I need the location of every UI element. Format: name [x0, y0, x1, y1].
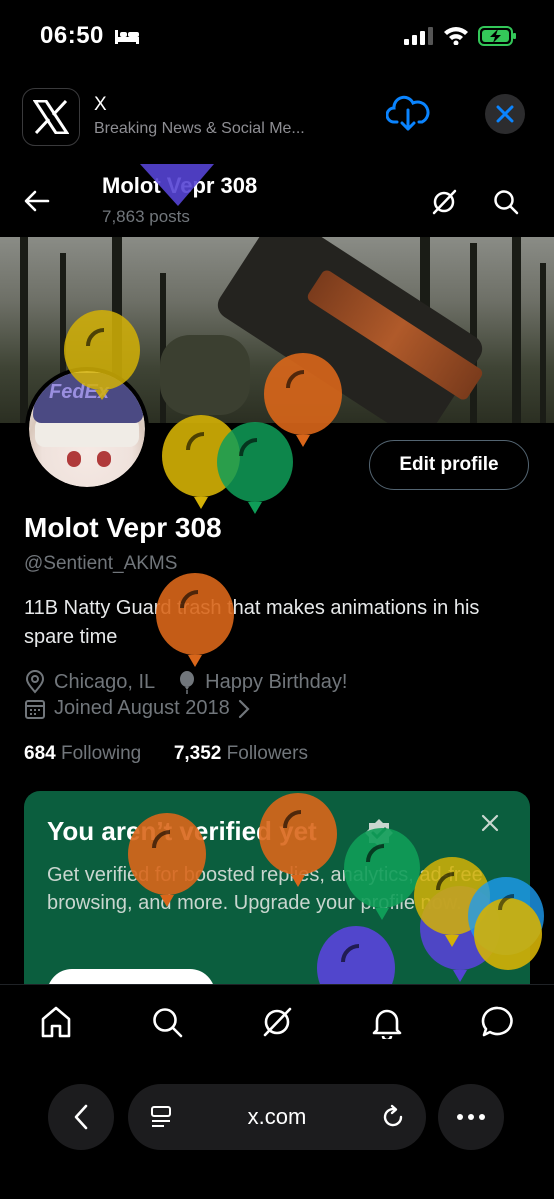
- search-icon[interactable]: [492, 188, 520, 216]
- banner-close-button[interactable]: [485, 94, 525, 134]
- chevron-right-icon: [238, 699, 250, 718]
- cellular-signal-icon: [404, 27, 433, 45]
- profile-meta-location-birthday: Chicago, IL Happy Birthday!: [24, 670, 347, 694]
- following-count: 684: [24, 743, 56, 764]
- reload-icon[interactable]: [380, 1104, 406, 1130]
- profile-birthday: Happy Birthday!: [205, 670, 348, 693]
- balloon-icon: [156, 573, 234, 667]
- profile-display-name: Molot Vepr 308: [24, 512, 222, 543]
- location-pin-icon: [25, 670, 45, 694]
- grok-icon[interactable]: [260, 1005, 294, 1039]
- messages-icon[interactable]: [481, 1005, 515, 1039]
- search-icon[interactable]: [150, 1005, 184, 1039]
- back-arrow-icon[interactable]: [24, 189, 50, 213]
- profile-joined-row[interactable]: Joined August 2018: [24, 697, 258, 720]
- profile-location: Chicago, IL: [54, 670, 156, 693]
- balloon-icon: [128, 813, 206, 907]
- battery-charging-icon: [478, 26, 516, 46]
- more-options-button[interactable]: [438, 1084, 504, 1150]
- bottom-tab-bar: [0, 984, 554, 1064]
- profile-joined-date: Joined August 2018: [54, 697, 230, 719]
- following-link[interactable]: 684 Following: [24, 743, 141, 764]
- app-name: X: [94, 94, 107, 115]
- status-time: 06:50: [40, 22, 104, 49]
- notifications-bell-icon[interactable]: [370, 1005, 404, 1039]
- balloon-icon: [64, 310, 140, 400]
- profile-header-bar: Molot Vepr 308 7,863 posts: [0, 165, 554, 237]
- browser-back-button[interactable]: [48, 1084, 114, 1150]
- browser-toolbar: x.com: [0, 1064, 554, 1199]
- following-label: Following: [60, 743, 142, 764]
- balloon-icon: [217, 422, 293, 514]
- cloud-download-icon[interactable]: [386, 94, 430, 134]
- sleep-focus-icon: [115, 30, 139, 44]
- edit-profile-button[interactable]: Edit profile: [369, 440, 529, 490]
- balloon-icon: [140, 164, 214, 206]
- grok-icon[interactable]: [430, 188, 458, 216]
- close-icon: [496, 105, 514, 123]
- chevron-left-icon: [74, 1104, 88, 1130]
- balloon-icon: [468, 877, 544, 970]
- status-bar: 06:50: [0, 0, 554, 72]
- followers-label: Followers: [226, 743, 308, 764]
- address-bar[interactable]: x.com: [128, 1084, 426, 1150]
- followers-link[interactable]: 7,352 Followers: [174, 743, 308, 764]
- home-icon[interactable]: [39, 1005, 73, 1039]
- wifi-icon: [444, 27, 468, 45]
- calendar-icon: [25, 699, 45, 719]
- follow-counts: 684 Following 7,352 Followers: [24, 743, 308, 765]
- close-icon[interactable]: [480, 813, 500, 833]
- balloon-icon: [180, 671, 195, 694]
- x-app-icon[interactable]: [22, 88, 80, 146]
- balloon-icon: [259, 793, 337, 887]
- x-logo-icon: [33, 100, 69, 134]
- app-store-banner[interactable]: X Breaking News & Social Me...: [0, 86, 554, 146]
- profile-bio: 11B Natty Guard trash that makes animati…: [24, 597, 480, 648]
- balloon-icon: [344, 828, 420, 920]
- followers-count: 7,352: [173, 743, 222, 764]
- ellipsis-icon: [457, 1114, 485, 1120]
